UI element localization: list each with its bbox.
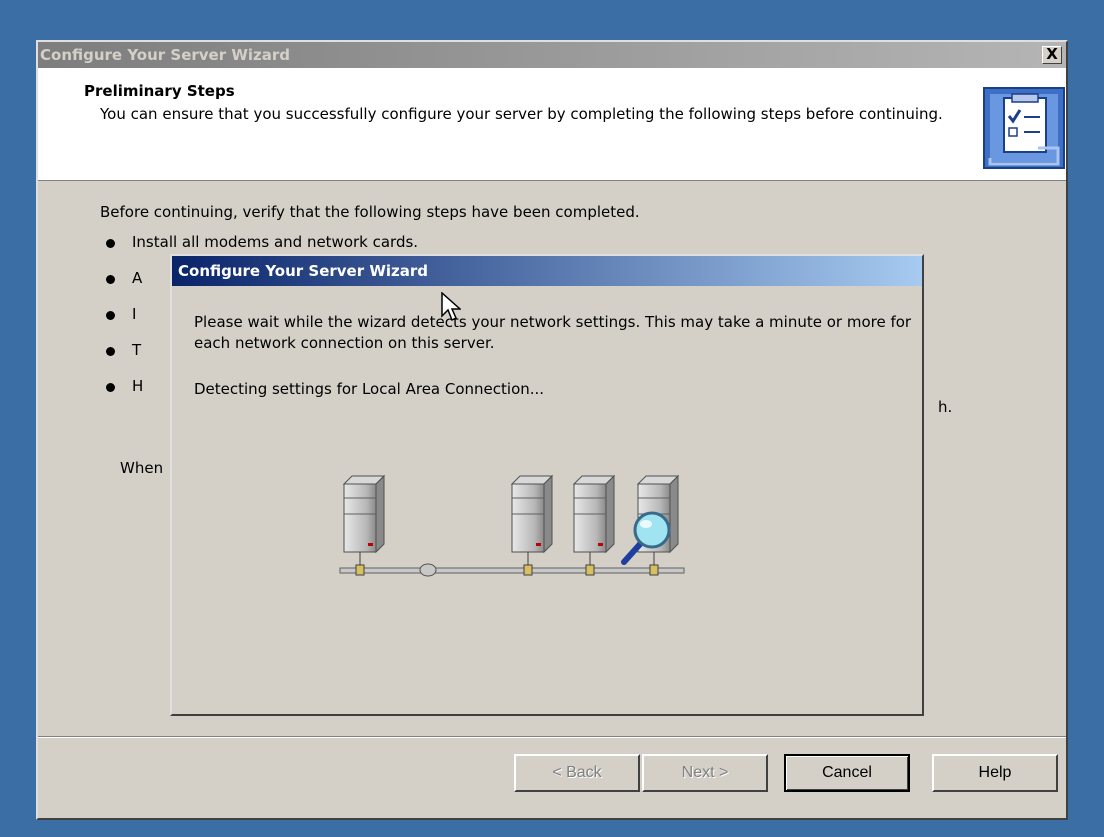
close-button[interactable]: X [1042, 46, 1062, 64]
dialog-title: Configure Your Server Wizard [178, 262, 429, 280]
header-description: You can ensure that you successfully con… [100, 105, 943, 123]
mouse-cursor-icon [441, 292, 461, 322]
checklist-clipboard-icon [983, 87, 1065, 169]
dialog-message: Please wait while the wizard detects you… [194, 313, 912, 352]
bullet-icon [106, 383, 115, 392]
when-text: When [120, 459, 164, 477]
bullet-icon [106, 347, 115, 356]
next-button[interactable]: Next > [642, 754, 768, 792]
intro-text: Before continuing, verify that the follo… [100, 203, 640, 221]
bullet-icon [106, 239, 115, 248]
detecting-status: Detecting settings for Local Area Connec… [194, 380, 545, 398]
detecting-dialog: Configure Your Server Wizard Please wait… [170, 254, 924, 716]
network-detection-animation [339, 474, 685, 577]
header-title: Preliminary Steps [84, 82, 235, 100]
server-icon [342, 474, 386, 576]
bullet-icon [106, 275, 115, 284]
server-icon [510, 474, 554, 576]
bullet-icon [106, 311, 115, 320]
cancel-button[interactable]: Cancel [784, 754, 910, 792]
footer-divider [38, 736, 1066, 738]
bullet-tail-text: h. [938, 398, 953, 416]
magnifier-icon [621, 511, 671, 565]
server-icon [572, 474, 616, 576]
wizard-header: Preliminary Steps You can ensure that yo… [38, 68, 1066, 181]
title-bar[interactable]: Configure Your Server Wizard X [38, 42, 1066, 68]
window-title: Configure Your Server Wizard [40, 46, 291, 64]
dialog-title-bar[interactable]: Configure Your Server Wizard [172, 256, 922, 286]
help-button[interactable]: Help [932, 754, 1058, 792]
back-button[interactable]: < Back [514, 754, 640, 792]
